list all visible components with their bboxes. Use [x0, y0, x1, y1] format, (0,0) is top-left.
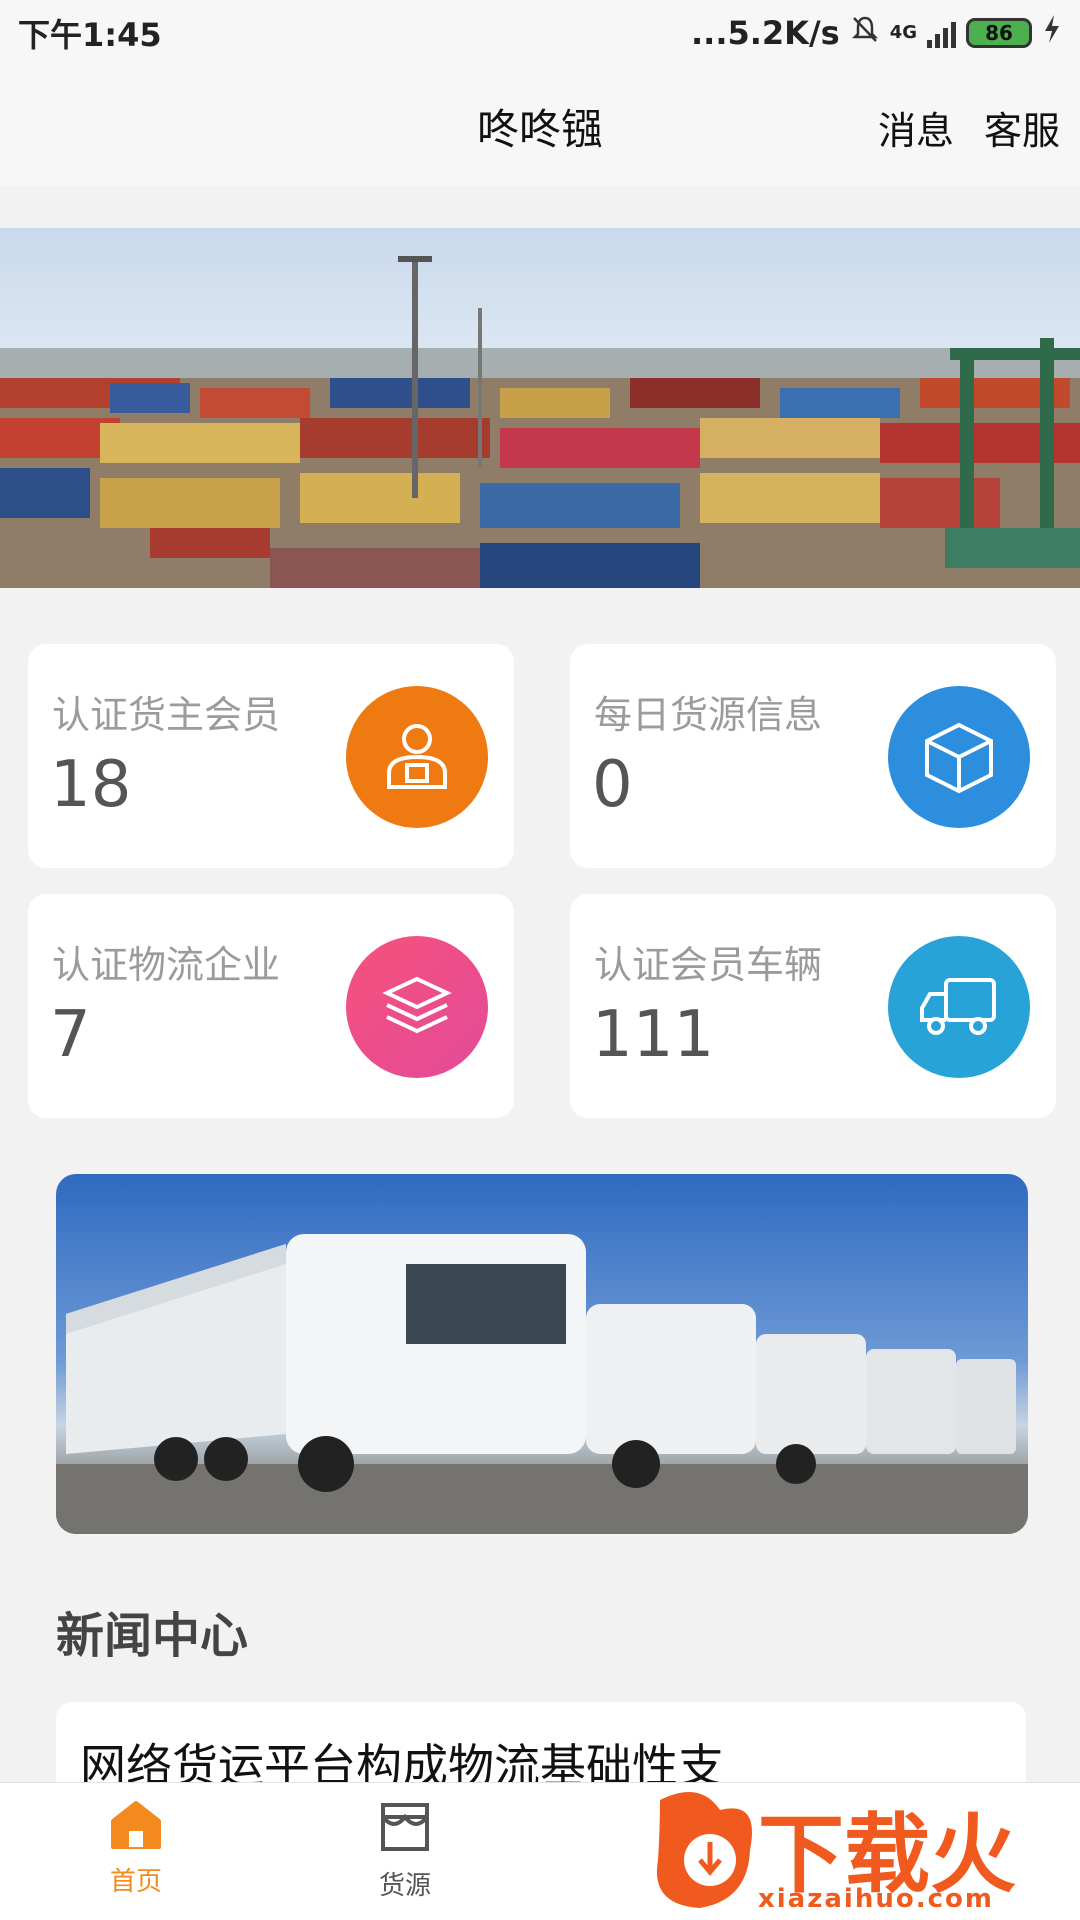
- stat-label: 认证会员车辆: [594, 943, 823, 987]
- network-type: 4G: [889, 22, 917, 43]
- truck-icon: [888, 936, 1030, 1078]
- truck-fleet-illustration: [56, 1234, 1028, 1534]
- stat-label: 认证货主会员: [52, 693, 281, 737]
- stat-label: 认证物流企业: [52, 943, 281, 987]
- messages-link[interactable]: 消息: [878, 100, 954, 155]
- port-banner-image[interactable]: [0, 228, 1080, 588]
- user-package-icon: [346, 686, 488, 828]
- stat-value: 18: [50, 748, 132, 822]
- stat-value: 111: [592, 998, 715, 1072]
- watermark-url: xiazaihuo.com: [758, 1884, 994, 1914]
- tab-cargo-source[interactable]: 货源: [335, 1799, 475, 1902]
- stat-card-shipper-members[interactable]: 认证货主会员 18: [28, 644, 514, 868]
- signal-icon: [927, 18, 956, 48]
- status-bar: 下午1:45 ...5.2K/s 4G 86: [0, 0, 1080, 66]
- stat-label: 每日货源信息: [594, 693, 823, 737]
- trucks-banner-image[interactable]: [56, 1174, 1028, 1534]
- status-time: 下午1:45: [18, 16, 162, 54]
- charging-icon: [1042, 14, 1062, 52]
- layers-icon: [346, 936, 488, 1078]
- tab-home-label: 首页: [109, 1867, 162, 1897]
- stat-card-member-vehicles[interactable]: 认证会员车辆 111: [570, 894, 1056, 1118]
- stat-card-logistics-companies[interactable]: 认证物流企业 7: [28, 894, 514, 1118]
- mute-bell-icon: [850, 14, 880, 52]
- customer-service-link[interactable]: 客服: [984, 100, 1060, 155]
- tab-cargo-source-label: 货源: [378, 1871, 431, 1901]
- store-icon: [377, 1803, 433, 1859]
- box-icon: [888, 686, 1030, 828]
- stat-value: 7: [50, 998, 91, 1072]
- stat-card-daily-cargo[interactable]: 每日货源信息 0: [570, 644, 1056, 868]
- container-port-illustration: [0, 256, 1080, 588]
- tab-home[interactable]: 首页: [66, 1799, 206, 1898]
- news-section-title: 新闻中心: [56, 1608, 249, 1664]
- download-site-watermark: 下载火 xiazaihuo.com: [640, 1780, 1080, 1920]
- home-icon: [109, 1801, 163, 1855]
- status-indicators: ...5.2K/s 4G 86: [691, 14, 1062, 52]
- battery-icon: 86: [966, 18, 1032, 48]
- top-nav-bar: 咚咚镪 消息 客服: [0, 66, 1080, 186]
- stat-value: 0: [592, 748, 633, 822]
- network-speed: ...5.2K/s: [691, 14, 840, 52]
- nav-actions: 消息 客服: [878, 100, 1060, 155]
- app-screen: 下午1:45 ...5.2K/s 4G 86 咚咚镪 消息 客服 认证货主会员 …: [0, 0, 1080, 1920]
